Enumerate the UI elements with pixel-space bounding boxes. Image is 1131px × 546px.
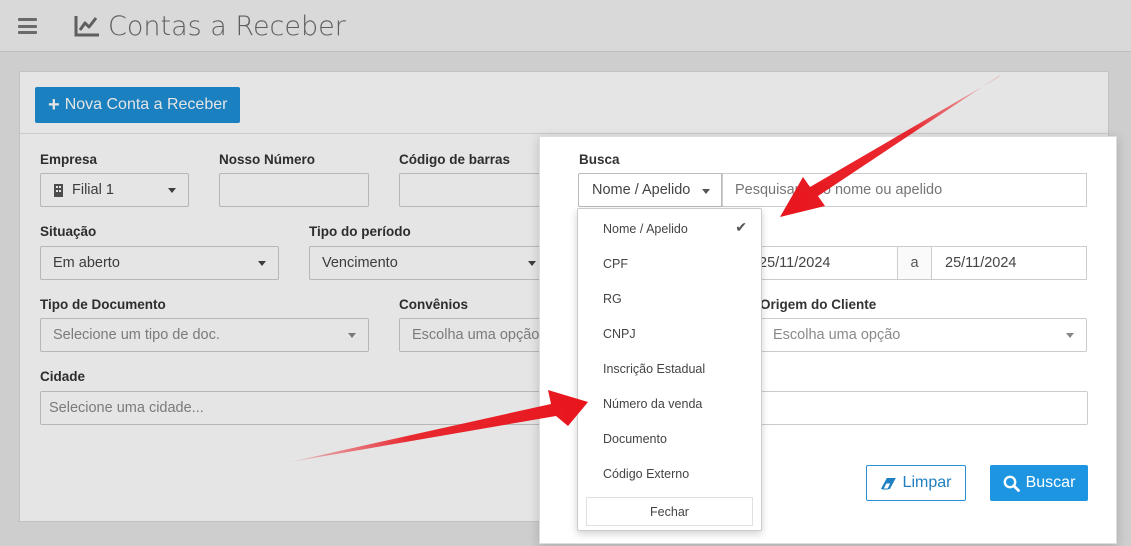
date-separator: a (898, 246, 931, 280)
menu-item-numero-venda[interactable]: Número da venda (603, 397, 702, 411)
chevron-down-icon (1066, 333, 1074, 338)
menu-item-cpf[interactable]: CPF (603, 257, 628, 271)
search-button[interactable]: Buscar (990, 465, 1088, 501)
eraser-icon (880, 477, 896, 489)
menu-item-cnpj[interactable]: CNPJ (603, 327, 636, 341)
search-type-dropdown[interactable]: Nome / Apelido (578, 173, 722, 207)
close-menu-button[interactable]: Fechar (586, 497, 753, 526)
search-icon (1003, 475, 1020, 492)
search-label: Buscar (1025, 474, 1076, 491)
date-from-value: 25/11/2024 (759, 255, 831, 271)
date-from-input[interactable]: 25/11/2024 (750, 246, 898, 280)
origem-cliente-select[interactable]: Escolha uma opção (760, 318, 1087, 352)
search-type-value: Nome / Apelido (592, 182, 691, 198)
origem-cliente-label: Origem do Cliente (760, 297, 877, 312)
extra-input[interactable] (760, 391, 1088, 425)
menu-item-nome-apelido[interactable]: Nome / Apelido (603, 222, 688, 236)
origem-cliente-placeholder: Escolha uma opção (773, 327, 901, 343)
clear-label: Limpar (902, 474, 952, 491)
chevron-down-icon (702, 189, 710, 194)
busca-label: Busca (579, 152, 620, 167)
menu-item-codigo-externo[interactable]: Código Externo (603, 467, 689, 481)
clear-button[interactable]: Limpar (866, 465, 966, 501)
menu-item-documento[interactable]: Documento (603, 432, 667, 446)
search-type-menu: Nome / Apelido ✔ CPF RG CNPJ Inscrição E… (577, 208, 762, 531)
menu-item-inscricao-estadual[interactable]: Inscrição Estadual (603, 362, 705, 376)
date-to-value: 25/11/2024 (945, 255, 1017, 271)
search-input[interactable] (722, 173, 1087, 207)
date-to-input[interactable]: 25/11/2024 (931, 246, 1087, 280)
menu-item-rg[interactable]: RG (603, 292, 622, 306)
check-icon: ✔ (735, 219, 747, 235)
